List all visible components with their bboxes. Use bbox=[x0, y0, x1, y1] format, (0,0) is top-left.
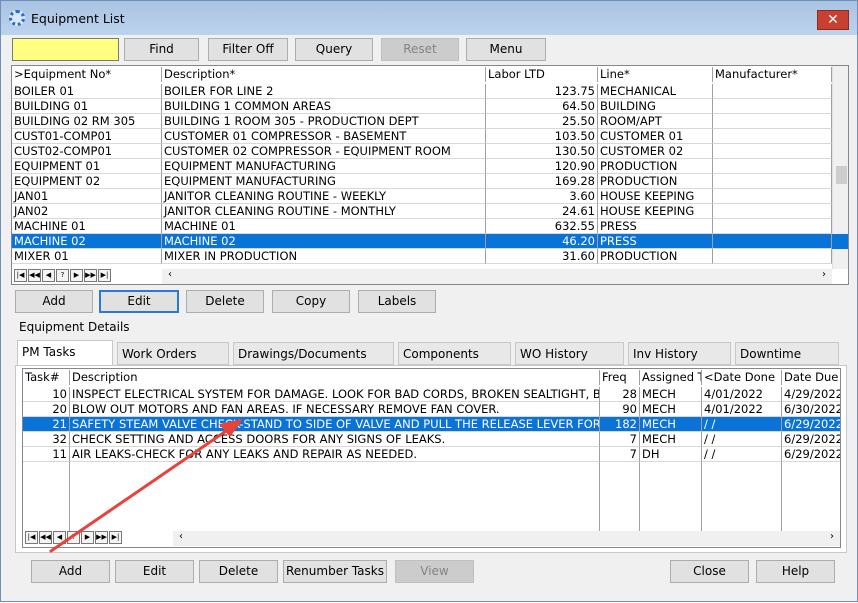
annotation-arrow bbox=[49, 419, 243, 553]
equipment-list-window: Equipment List ✕ Find Filter Off Query R… bbox=[0, 0, 858, 602]
